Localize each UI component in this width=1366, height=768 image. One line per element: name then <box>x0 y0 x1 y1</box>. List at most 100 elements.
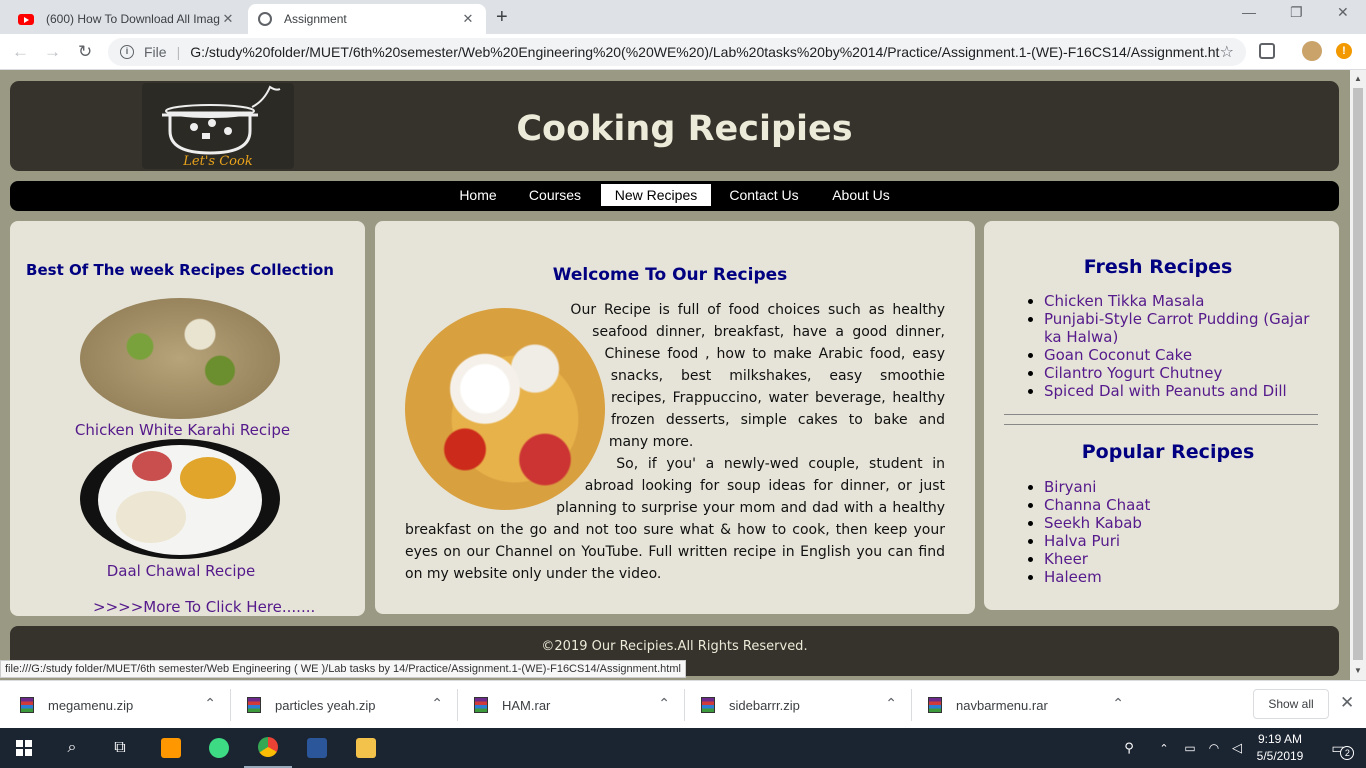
download-item[interactable]: particles yeah.zip ⌃ <box>247 681 457 729</box>
archive-icon <box>928 697 942 713</box>
tab-assignment[interactable]: Assignment ✕ <box>248 4 486 34</box>
list-item[interactable]: Haleem <box>1044 568 1324 586</box>
best-of-week-panel: Best Of The week Recipes Collection Chic… <box>10 221 365 616</box>
page-viewport: Let's Cook Cooking Recipies Home Courses… <box>0 70 1350 680</box>
system-clock[interactable]: 9:19 AM 5/5/2019 <box>1252 731 1308 765</box>
download-item[interactable]: HAM.rar ⌃ <box>474 681 684 729</box>
download-item[interactable]: navbarmenu.rar ⌃ <box>928 681 1138 729</box>
logo-text: Let's Cook <box>182 154 253 169</box>
site-title: Cooking Recipies <box>516 109 853 149</box>
forward-button[interactable]: → <box>44 42 61 62</box>
divider <box>1004 414 1318 415</box>
copyright-text: ©2019 Our Recipies.All Rights Reserved. <box>541 639 808 654</box>
archive-icon <box>474 697 488 713</box>
show-all-button[interactable]: Show all <box>1253 689 1329 719</box>
bookmark-star-icon[interactable]: ☆ <box>1220 42 1234 62</box>
info-icon[interactable]: i <box>120 45 134 59</box>
globe-icon <box>258 12 272 26</box>
update-alert-icon[interactable]: ! <box>1336 43 1352 59</box>
clock-time: 9:19 AM <box>1257 732 1303 746</box>
tab-youtube[interactable]: (600) How To Download All Imag ✕ <box>8 4 246 34</box>
list-item[interactable]: Seekh Kabab <box>1044 514 1324 532</box>
divider <box>230 689 231 721</box>
tab-title: Assignment <box>284 12 347 26</box>
divider <box>911 689 912 721</box>
popular-recipes-heading: Popular Recipes <box>1081 441 1255 463</box>
more-link[interactable]: >>>>More To Click Here....... <box>93 598 315 616</box>
list-item[interactable]: Kheer <box>1044 550 1324 568</box>
search-icon[interactable]: ⌕ <box>48 728 96 768</box>
address-bar[interactable]: i File | G:/study%20folder/MUET/6th%20se… <box>108 38 1246 66</box>
close-window-button[interactable]: ✕ <box>1337 4 1349 21</box>
youtube-icon <box>18 13 34 25</box>
chrome-icon[interactable] <box>244 728 292 768</box>
chevron-up-icon[interactable]: ⌃ <box>885 695 897 712</box>
separator: | <box>176 44 181 60</box>
chevron-up-icon[interactable]: ⌃ <box>658 695 670 712</box>
minimize-button[interactable]: — <box>1242 4 1256 20</box>
recipes-sidebar: Fresh Recipes Chicken Tikka Masala Punja… <box>984 221 1339 610</box>
wifi-icon[interactable]: ◠ <box>1203 728 1225 768</box>
pizza-image <box>405 308 605 510</box>
chicken-karahi-link[interactable]: Chicken White Karahi Recipe <box>10 421 355 439</box>
fresh-recipes-list: Chicken Tikka Masala Punjabi-Style Carro… <box>1024 292 1324 400</box>
restore-button[interactable]: ❐ <box>1290 4 1303 21</box>
nav-contact-us[interactable]: Contact Us <box>720 184 808 206</box>
list-item[interactable]: Punjabi-Style Carrot Pudding (Gajar ka H… <box>1044 310 1324 346</box>
nav-about-us[interactable]: About Us <box>818 184 904 206</box>
nav-new-recipes[interactable]: New Recipes <box>601 184 711 206</box>
list-item[interactable]: Goan Coconut Cake <box>1044 346 1324 364</box>
popular-recipes-list: Biryani Channa Chaat Seekh Kabab Halva P… <box>1024 478 1324 586</box>
list-item[interactable]: Channa Chaat <box>1044 496 1324 514</box>
volume-icon[interactable]: ◁ <box>1226 728 1248 768</box>
word-icon[interactable] <box>293 728 341 768</box>
divider <box>457 689 458 721</box>
download-filename: sidebarrr.zip <box>729 697 800 713</box>
extension-icon[interactable] <box>1259 43 1275 59</box>
reload-button[interactable]: ↻ <box>78 42 92 62</box>
back-button[interactable]: ← <box>12 42 29 62</box>
list-item[interactable]: Chicken Tikka Masala <box>1044 292 1324 310</box>
list-item[interactable]: Cilantro Yogurt Chutney <box>1044 364 1324 382</box>
profile-avatar[interactable] <box>1302 41 1322 61</box>
battery-icon[interactable]: ▭ <box>1180 728 1200 768</box>
task-view-icon[interactable]: ⧉ <box>96 728 144 768</box>
windows-start-icon[interactable] <box>0 728 48 768</box>
close-tab-icon[interactable]: ✕ <box>460 11 476 27</box>
chevron-up-icon[interactable]: ⌃ <box>1154 728 1174 768</box>
download-item[interactable]: sidebarrr.zip ⌃ <box>701 681 911 729</box>
page-scrollbar[interactable]: ▲ ▼ <box>1350 70 1366 680</box>
sublime-text-icon[interactable] <box>147 728 195 768</box>
chevron-up-icon[interactable]: ⌃ <box>431 695 443 712</box>
list-item[interactable]: Spiced Dal with Peanuts and Dill <box>1044 382 1324 400</box>
list-item[interactable]: Halva Puri <box>1044 532 1324 550</box>
archive-icon <box>247 697 261 713</box>
close-downloads-icon[interactable]: ✕ <box>1340 693 1354 713</box>
scroll-up-arrow[interactable]: ▲ <box>1354 74 1362 83</box>
download-item[interactable]: megamenu.zip ⌃ <box>20 681 230 729</box>
notification-center-icon[interactable]: ▭ 2 <box>1318 728 1358 768</box>
nav-home[interactable]: Home <box>446 184 510 206</box>
chevron-up-icon[interactable]: ⌃ <box>1112 695 1124 712</box>
chevron-up-icon[interactable]: ⌃ <box>204 695 216 712</box>
people-icon[interactable]: ⚲ <box>1118 728 1140 768</box>
best-of-week-heading: Best Of The week Recipes Collection <box>26 261 334 279</box>
clock-date: 5/5/2019 <box>1256 749 1304 763</box>
file-explorer-icon[interactable] <box>342 728 390 768</box>
new-tab-button[interactable]: + <box>496 6 508 29</box>
archive-icon <box>20 697 34 713</box>
scroll-down-arrow[interactable]: ▼ <box>1354 666 1362 675</box>
daal-chawal-link[interactable]: Daal Chawal Recipe <box>10 562 352 580</box>
download-filename: navbarmenu.rar <box>956 697 1048 713</box>
tab-title: (600) How To Download All Imag <box>46 12 220 26</box>
nav-courses[interactable]: Courses <box>519 184 591 206</box>
android-studio-icon[interactable] <box>195 728 243 768</box>
chicken-karahi-image[interactable] <box>80 298 280 419</box>
taskbar: ⌕ ⧉ ⚲ ⌃ ▭ ◠ ◁ 9:19 AM 5/5/2019 ▭ 2 <box>0 728 1366 768</box>
divider <box>684 689 685 721</box>
daal-chawal-image[interactable] <box>80 439 280 559</box>
close-tab-icon[interactable]: ✕ <box>220 11 236 27</box>
list-item[interactable]: Biryani <box>1044 478 1324 496</box>
scrollbar-thumb[interactable] <box>1353 88 1363 660</box>
url-text[interactable]: G:/study%20folder/MUET/6th%20semester/We… <box>190 44 1219 60</box>
